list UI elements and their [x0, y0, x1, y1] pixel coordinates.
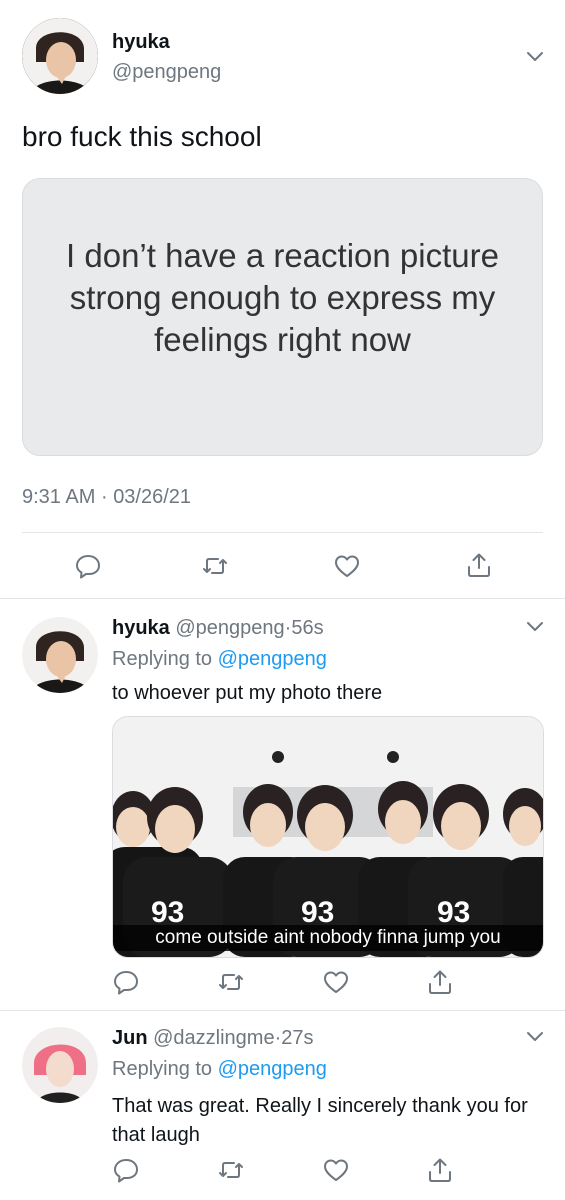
- display-name[interactable]: Jun: [112, 1027, 148, 1049]
- like-icon: [324, 971, 348, 993]
- retweet-button[interactable]: [201, 552, 229, 580]
- avatar[interactable]: [22, 1027, 98, 1103]
- replying-prefix: Replying to: [112, 1058, 213, 1080]
- like-button[interactable]: [333, 552, 361, 580]
- handle[interactable]: @pengpeng: [175, 617, 284, 639]
- handle[interactable]: @dazzlingme: [153, 1027, 274, 1049]
- divider: [0, 1010, 565, 1011]
- tweet-text: That was great. Really I sincerely thank…: [112, 1095, 528, 1146]
- divider: [22, 532, 543, 533]
- retweet-button[interactable]: [217, 968, 245, 996]
- reply-button[interactable]: [112, 968, 140, 996]
- media-text: I don’t have a reaction picture strong e…: [66, 237, 499, 358]
- reply-button[interactable]: [74, 552, 102, 580]
- retweet-button[interactable]: [217, 1156, 245, 1184]
- share-button[interactable]: [465, 551, 493, 579]
- display-name[interactable]: hyuka: [112, 31, 170, 54]
- time: 9:31 AM: [22, 486, 96, 508]
- reply-icon: [76, 555, 100, 579]
- replying-prefix: Replying to: [112, 648, 213, 670]
- avatar-image: [22, 617, 98, 693]
- replying-to: Replying to @pengpeng: [112, 648, 327, 671]
- share-icon: [429, 970, 451, 994]
- like-button[interactable]: [322, 968, 350, 996]
- tweet-text: bro fuck this school: [22, 121, 262, 152]
- date: 03/26/21: [113, 486, 192, 508]
- avatar-image: [22, 1027, 98, 1103]
- like-icon: [335, 555, 359, 577]
- tweet-media[interactable]: I don’t have a reaction picture strong e…: [22, 178, 543, 456]
- share-icon: [429, 1158, 451, 1182]
- replying-to-link[interactable]: @pengpeng: [218, 648, 327, 670]
- reply-icon: [114, 971, 138, 995]
- like-button[interactable]: [322, 1156, 350, 1184]
- tweet-header: Jun @dazzlingme·27s: [112, 1027, 314, 1050]
- share-icon: [468, 553, 490, 577]
- media-image: 93 93 93: [113, 717, 543, 957]
- avatar[interactable]: [22, 18, 98, 94]
- share-button[interactable]: [426, 1156, 454, 1184]
- handle[interactable]: @pengpeng: [112, 61, 221, 84]
- share-button[interactable]: [426, 968, 454, 996]
- media-caption: come outside aint nobody finna jump you: [113, 925, 543, 951]
- retweet-icon: [219, 974, 243, 990]
- retweet-icon: [203, 558, 227, 574]
- tweet-media[interactable]: 93 93 93 come outside aint nobody finna …: [112, 716, 544, 958]
- tweet-age[interactable]: 56s: [291, 617, 323, 639]
- reply-icon: [114, 1159, 138, 1183]
- replying-to: Replying to @pengpeng: [112, 1058, 327, 1081]
- display-name[interactable]: hyuka: [112, 617, 170, 639]
- retweet-icon: [219, 1162, 243, 1178]
- tweet-text: to whoever put my photo there: [112, 682, 383, 704]
- reply-button[interactable]: [112, 1156, 140, 1184]
- tweet-header: hyuka @pengpeng·56s: [112, 617, 324, 640]
- tweet-age[interactable]: 27s: [281, 1027, 313, 1049]
- replying-to-link[interactable]: @pengpeng: [218, 1058, 327, 1080]
- chevron-down-icon[interactable]: [524, 616, 546, 638]
- separator: ·: [100, 486, 108, 508]
- chevron-down-icon[interactable]: [524, 1026, 546, 1048]
- like-icon: [324, 1159, 348, 1181]
- chevron-down-icon[interactable]: [524, 46, 546, 68]
- timestamp[interactable]: 9:31 AM · 03/26/21: [22, 486, 191, 509]
- avatar[interactable]: [22, 617, 98, 693]
- divider: [0, 598, 565, 599]
- avatar-image: [22, 18, 98, 94]
